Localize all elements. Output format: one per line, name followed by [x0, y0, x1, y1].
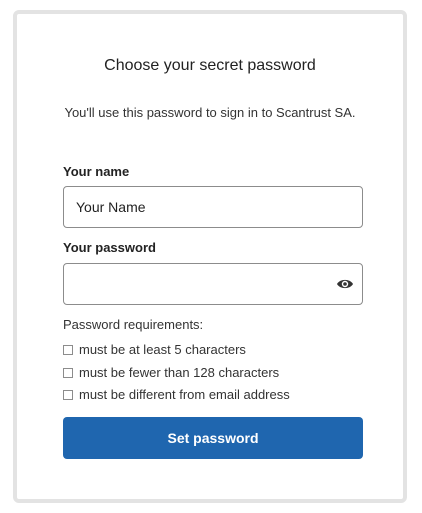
password-label: Your password — [63, 240, 156, 255]
requirement-text: must be different from email address — [79, 387, 290, 402]
password-setup-card: Choose your secret password You'll use t… — [13, 10, 407, 503]
requirement-checkbox — [63, 344, 73, 355]
requirement-checkbox — [63, 367, 73, 378]
password-input[interactable] — [64, 264, 338, 304]
requirement-item: must be at least 5 characters — [63, 342, 246, 357]
page-title: Choose your secret password — [104, 57, 316, 74]
page-subtitle: You'll use this password to sign in to S… — [64, 105, 356, 120]
requirement-item: must be fewer than 128 characters — [63, 365, 279, 380]
eye-icon[interactable] — [336, 276, 354, 292]
requirement-checkbox — [63, 389, 73, 400]
set-password-button[interactable]: Set password — [63, 417, 363, 459]
requirement-item: must be different from email address — [63, 387, 290, 402]
password-field-box — [63, 263, 363, 305]
requirements-title: Password requirements: — [63, 317, 204, 332]
name-input[interactable] — [64, 187, 338, 227]
requirement-text: must be at least 5 characters — [79, 342, 246, 357]
requirement-text: must be fewer than 128 characters — [79, 365, 280, 380]
name-field-box — [63, 186, 363, 228]
name-label: Your name — [63, 164, 130, 179]
